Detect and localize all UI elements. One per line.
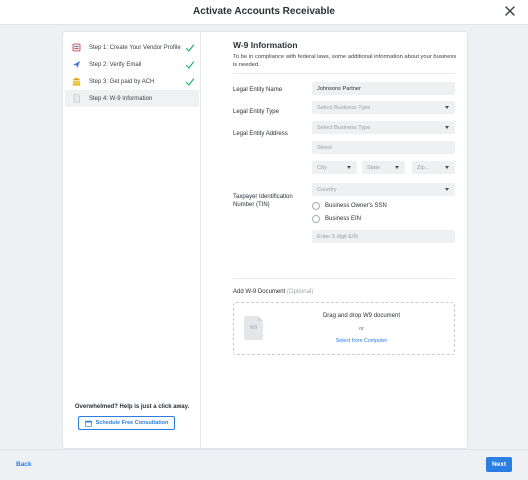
radio-circle[interactable]: [312, 202, 320, 210]
form-title: W-9 Information: [233, 40, 298, 50]
country-select[interactable]: Country: [312, 183, 455, 196]
step-label: Step 2: Verify Email: [89, 61, 142, 68]
vendor-profile-icon: [72, 43, 81, 52]
radio-label: Business Owner's SSN: [325, 203, 387, 209]
chevron-down-icon: [445, 188, 449, 191]
close-icon[interactable]: [504, 5, 516, 17]
check-icon: [185, 43, 195, 52]
tin-label: Taxpayer Identification Number (TIN): [233, 194, 293, 208]
back-button[interactable]: Back: [16, 461, 32, 468]
select-placeholder: Zip...: [417, 164, 430, 171]
legal-entity-address-label: Legal Entity Address: [233, 131, 288, 137]
select-placeholder: City: [317, 164, 327, 171]
step-label: Step 1: Create Your Vendor Profile: [89, 44, 181, 51]
chevron-down-icon: [395, 166, 399, 169]
select-placeholder: Select Business Type: [317, 124, 371, 131]
page-title: Activate Accounts Receivable: [193, 6, 335, 17]
chevron-down-icon: [347, 166, 351, 169]
check-icon: [185, 60, 195, 69]
schedule-consultation-button[interactable]: Schedule Free Consultation: [78, 416, 175, 430]
address-type-select[interactable]: Select Business Type: [312, 121, 455, 134]
next-button[interactable]: Next: [486, 457, 512, 472]
wizard-card: Step 1: Create Your Vendor Profile Step …: [62, 31, 468, 449]
form-intro: To be in compliance with federal laws, s…: [233, 54, 457, 68]
footer-bar: Back Next: [0, 449, 528, 480]
legal-entity-type-select[interactable]: Select Business Type: [312, 101, 455, 114]
upload-title: Add W-9 Document (Optional): [233, 289, 313, 295]
radio-circle[interactable]: [312, 215, 320, 223]
ein-input[interactable]: Enter 9 digit EIN: [312, 230, 455, 243]
step-w9-information[interactable]: Step 4: W-9 Information: [65, 90, 199, 107]
select-placeholder: Select Business Type: [317, 104, 371, 111]
legal-entity-type-label: Legal Entity Type: [233, 109, 279, 115]
radio-business-ein[interactable]: Business EIN: [312, 215, 361, 223]
select-from-computer-link[interactable]: Select from Computer: [234, 338, 454, 344]
radio-label: Business EIN: [325, 216, 362, 222]
chevron-down-icon: [445, 126, 449, 129]
help-text: Overwhelmed? Help is just a click away.: [74, 404, 190, 410]
step-get-paid-ach[interactable]: Step 3: Get paid by ACH: [65, 73, 199, 90]
chevron-down-icon: [445, 106, 449, 109]
step-label: Step 3: Get paid by ACH: [89, 78, 155, 85]
top-bar: Activate Accounts Receivable: [0, 0, 528, 25]
legal-entity-name-input[interactable]: Johnsons Partner: [312, 82, 455, 95]
step-label: Step 4: W-9 Information: [89, 95, 153, 102]
steps-sidebar: Step 1: Create Your Vendor Profile Step …: [63, 32, 201, 448]
state-select[interactable]: State: [362, 161, 405, 174]
street-input[interactable]: Street: [312, 141, 455, 154]
dropzone-or: or: [359, 326, 364, 332]
step-verify-email[interactable]: Step 2: Verify Email: [65, 56, 199, 73]
w9-dropzone[interactable]: W9 Drag and drop W9 document or Select f…: [233, 302, 455, 355]
chevron-down-icon: [445, 166, 449, 169]
legal-entity-name-label: Legal Entity Name: [233, 87, 283, 93]
zip-select[interactable]: Zip...: [412, 161, 455, 174]
divider: [233, 73, 455, 74]
select-placeholder: State: [367, 164, 381, 171]
verify-email-icon: [72, 60, 81, 69]
dropzone-text: Drag and drop W9 document: [322, 313, 401, 319]
upload-label: Add W-9 Document: [233, 289, 286, 295]
bank-icon: [72, 77, 81, 86]
calendar-icon: [84, 420, 92, 427]
step-create-vendor-profile[interactable]: Step 1: Create Your Vendor Profile: [65, 39, 199, 56]
document-icon: [72, 94, 81, 103]
radio-business-owner-ssn[interactable]: Business Owner's SSN: [312, 202, 387, 210]
consult-label: Schedule Free Consultation: [95, 420, 169, 426]
city-select[interactable]: City: [312, 161, 357, 174]
check-icon: [185, 77, 195, 86]
upload-optional: (Optional): [286, 289, 314, 295]
divider: [233, 278, 455, 279]
select-placeholder: Country: [317, 186, 337, 193]
